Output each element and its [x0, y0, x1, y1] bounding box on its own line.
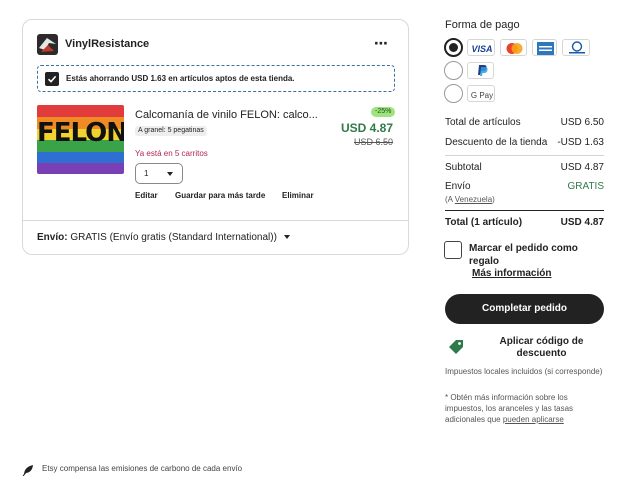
svg-text:G Pay: G Pay — [471, 91, 493, 100]
divider — [445, 210, 604, 211]
payment-radio-gpay[interactable] — [444, 84, 463, 103]
discount-badge: -25% — [371, 107, 396, 117]
bulk-badge: A granel: 5 pegatinas — [135, 126, 207, 136]
apply-coupon-label: Aplicar código de descuento — [499, 336, 584, 359]
shipping-summary-label: Envío — [445, 181, 471, 192]
complete-order-button[interactable]: Completar pedido — [445, 294, 604, 324]
item-title[interactable]: Calcomanía de vinilo FELON: calco... — [135, 109, 318, 121]
google-pay-icon: G Pay — [467, 85, 495, 102]
divider — [23, 220, 408, 221]
footer: Etsy compensa las emisiones de carbono d… — [22, 463, 242, 481]
tag-icon — [448, 339, 464, 360]
thumbnail-text: FELON — [37, 118, 124, 148]
shipping-selector[interactable]: Envío: GRATIS (Envío gratis (Standard In… — [37, 232, 290, 243]
gift-label[interactable]: Marcar el pedido como regalo — [469, 242, 599, 268]
in-carts-text: Ya está en 5 carritos — [135, 149, 208, 158]
shipping-label: Envío: — [37, 232, 68, 243]
item-price: USD 4.87 — [340, 121, 393, 135]
cart-card: VinylResistance ⋯ Estás ahorrando USD 1.… — [22, 19, 409, 255]
leaf-icon — [22, 463, 34, 480]
destination-suffix: ) — [492, 195, 495, 204]
visa-icon: VISA — [467, 39, 495, 56]
payment-radio-paypal[interactable] — [444, 61, 463, 80]
shipping-summary-value: GRATIS — [567, 181, 604, 192]
destination-country-link[interactable]: Venezuela — [455, 195, 492, 204]
destination-prefix: (A — [445, 195, 455, 204]
more-options-icon[interactable]: ⋯ — [374, 35, 389, 52]
footer-text: Etsy compensa las emisiones de carbono d… — [42, 464, 243, 473]
item-thumbnail[interactable]: FELON — [37, 105, 124, 174]
quantity-select[interactable]: 1 — [135, 163, 183, 184]
shop-discount-value: -USD 1.63 — [557, 137, 604, 148]
total-items-value: USD 6.50 — [560, 117, 604, 128]
order-total-label: Total (1 artículo) — [445, 217, 523, 228]
subtotal-value: USD 4.87 — [560, 162, 604, 173]
savings-banner: Estás ahorrando USD 1.63 en artículos ap… — [37, 65, 395, 92]
duties-note: * Obtén más información sobre los impues… — [445, 392, 605, 425]
chevron-down-icon — [167, 172, 173, 176]
total-items-label: Total de artículos — [445, 117, 521, 128]
quantity-value: 1 — [144, 169, 149, 178]
chevron-down-icon — [283, 235, 290, 240]
apply-coupon-button[interactable]: Aplicar código de descuento — [445, 336, 604, 362]
amex-icon — [532, 39, 557, 56]
shop-name[interactable]: VinylResistance — [65, 38, 149, 50]
more-info-link[interactable]: Más información — [472, 268, 551, 279]
svg-text:VISA: VISA — [471, 44, 492, 54]
diners-club-icon — [562, 39, 590, 56]
subtotal-label: Subtotal — [445, 162, 482, 173]
savings-text: Estás ahorrando USD 1.63 en artículos ap… — [66, 74, 295, 83]
shop-header: VinylResistance ⋯ — [37, 34, 395, 56]
duties-link[interactable]: pueden aplicarse — [503, 415, 564, 424]
mastercard-icon — [500, 39, 527, 56]
checkmark-icon — [45, 72, 59, 86]
remove-link[interactable]: Eliminar — [282, 191, 314, 200]
taxes-note: Impuestos locales incluidos (si correspo… — [445, 367, 603, 376]
divider — [445, 155, 604, 156]
payment-title: Forma de pago — [445, 19, 520, 31]
save-for-later-link[interactable]: Guardar para más tarde — [175, 191, 265, 200]
gift-checkbox[interactable] — [444, 241, 462, 259]
edit-link[interactable]: Editar — [135, 191, 158, 200]
order-total-value: USD 4.87 — [560, 217, 604, 228]
shop-discount-label: Descuento de la tienda — [445, 137, 548, 148]
item-original-price: USD 6.50 — [353, 137, 393, 147]
payment-radio-cards[interactable] — [444, 38, 463, 57]
shop-logo-icon[interactable] — [37, 34, 58, 55]
paypal-icon — [467, 62, 494, 79]
shipping-value: GRATIS (Envío gratis (Standard Internati… — [70, 232, 277, 243]
